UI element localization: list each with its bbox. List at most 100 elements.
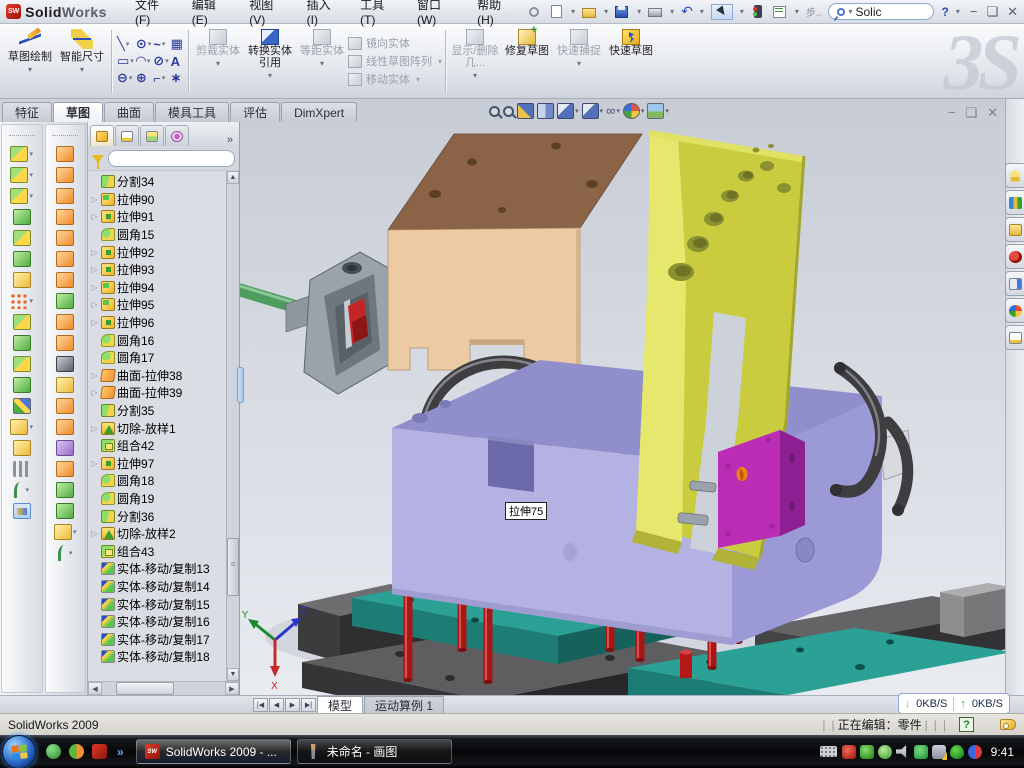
surfaces-tool-5[interactable] — [56, 230, 74, 246]
tree-item-切除-放样2[interactable]: ▷切除-放样2 — [90, 525, 239, 543]
print-dropdown-icon[interactable]: ▾ — [670, 7, 674, 16]
scroll-right-button[interactable]: ▶ — [225, 682, 239, 695]
ribbon-button-等距实体[interactable]: 等距实体▾ — [296, 26, 348, 96]
taskbar-clock[interactable]: 9:41 — [991, 745, 1014, 759]
features-tool-5[interactable] — [13, 230, 31, 246]
headsup-zoom-area-button[interactable] — [503, 106, 514, 117]
surfaces-tool-13[interactable] — [56, 398, 74, 414]
sketch-tool-line[interactable]: ╲▾ — [117, 36, 134, 52]
dropdown-arrow-icon[interactable]: ▾ — [129, 74, 133, 82]
dropdown-arrow-icon[interactable]: ▾ — [147, 57, 151, 65]
features-tool-9[interactable] — [13, 314, 31, 330]
task-button-未命名 - 画图[interactable]: 未命名 - 画图 — [297, 739, 452, 764]
sketch-tool-arc[interactable]: ◠▾ — [136, 53, 151, 69]
task-pane-resources-button[interactable] — [1005, 190, 1024, 215]
scroll-left-button[interactable]: ◀ — [88, 682, 102, 695]
options-dropdown-icon[interactable]: ▾ — [795, 7, 799, 16]
menu-item-插入(I)[interactable]: 插入(I) — [305, 0, 339, 29]
dropdown-arrow-icon[interactable]: ▾ — [575, 107, 579, 115]
tree-item-分割34[interactable]: 分割34 — [90, 173, 239, 191]
featuremanager-tab[interactable] — [90, 125, 114, 146]
tree-item-组合43[interactable]: 组合43 — [90, 542, 239, 560]
dropdown-arrow-icon[interactable]: ▾ — [126, 40, 130, 48]
dropdown-arrow-icon[interactable]: ▾ — [29, 192, 33, 200]
menu-item-窗口(W)[interactable]: 窗口(W) — [415, 0, 455, 29]
dropdown-arrow-icon[interactable]: ▾ — [577, 58, 581, 70]
ribbon-button-智能尺寸[interactable]: 智能尺寸▾ — [56, 26, 108, 96]
dropdown-arrow-icon[interactable]: ▾ — [665, 107, 669, 115]
open-button[interactable] — [582, 5, 597, 19]
dropdown-arrow-icon[interactable]: ▾ — [130, 57, 134, 65]
surfaces-tool-12[interactable] — [56, 377, 74, 393]
features-tool-12[interactable] — [13, 377, 31, 393]
surfaces-tool-14[interactable] — [56, 419, 74, 435]
task-pane-file-explorer-button[interactable] — [1005, 244, 1024, 269]
tree-filter-input[interactable] — [108, 150, 235, 167]
undo-button[interactable]: ↶ — [681, 3, 693, 20]
features-tool-8[interactable]: ▾ — [10, 293, 33, 309]
sketch-tool-circle[interactable]: ⊙▾ — [136, 36, 151, 52]
tree-item-实体-移动/复制14[interactable]: 实体-移动/复制14 — [90, 578, 239, 596]
dimxpertmanager-tab[interactable] — [165, 125, 189, 146]
features-tool-1[interactable]: ▾ — [10, 146, 33, 162]
tree-item-拉伸91[interactable]: ▷拉伸91 — [90, 208, 239, 226]
surfaces-tool-20[interactable]: ▾ — [58, 545, 73, 561]
features-tool-15[interactable] — [13, 440, 31, 456]
scroll-thumb[interactable] — [227, 538, 239, 596]
dropdown-arrow-icon[interactable]: ▾ — [216, 58, 220, 70]
new-dropdown-icon[interactable]: ▾ — [571, 7, 575, 16]
headsup-section-view-button[interactable] — [517, 103, 534, 119]
search-input-value[interactable]: Solic — [856, 5, 882, 19]
task-pane-appearances-button[interactable] — [1005, 298, 1024, 323]
features-tool-18[interactable] — [13, 503, 31, 519]
task-pane-design-library-button[interactable] — [1005, 217, 1024, 242]
undo-dropdown-icon[interactable]: ▾ — [700, 7, 704, 16]
close-button[interactable]: ✕ — [1007, 4, 1018, 20]
sketch-tool-rectangle[interactable]: ▭▾ — [117, 53, 134, 69]
dropdown-arrow-icon[interactable]: ▾ — [641, 107, 645, 115]
print-button[interactable] — [648, 5, 663, 19]
restore-button[interactable]: ❏ — [986, 4, 998, 20]
expand-arrow-icon[interactable]: ▷ — [90, 265, 99, 274]
dropdown-arrow-icon[interactable]: ▾ — [165, 57, 169, 65]
tree-item-圆角16[interactable]: 圆角16 — [90, 331, 239, 349]
expand-arrow-icon[interactable]: ▷ — [90, 529, 99, 538]
headsup-hide-show-items-button[interactable]: ∞▾ — [606, 104, 620, 118]
ribbon-button-转换实体引用[interactable]: 转换实体引用▾ — [244, 26, 296, 96]
tray-security-green-icon[interactable] — [860, 745, 874, 759]
tray-network-icon[interactable] — [932, 745, 946, 759]
model-top-plate-tan[interactable] — [388, 134, 642, 370]
model-canvas[interactable]: Y Z X — [240, 99, 1005, 695]
dropdown-arrow-icon[interactable]: ▾ — [320, 58, 324, 70]
dropdown-arrow-icon[interactable]: ▾ — [162, 74, 166, 82]
expand-arrow-icon[interactable]: ▷ — [90, 424, 99, 433]
panel-expand-chevron[interactable]: » — [223, 134, 237, 146]
tab-曲面[interactable]: 曲面 — [104, 102, 154, 122]
dropdown-arrow-icon[interactable]: ▾ — [29, 297, 33, 305]
tab-草图[interactable]: 草图 — [53, 102, 103, 122]
tray-volume-icon[interactable] — [896, 745, 910, 759]
dropdown-arrow-icon[interactable]: ▾ — [29, 171, 33, 179]
open-dropdown-icon[interactable]: ▾ — [604, 7, 608, 16]
tree-item-曲面-拉伸39[interactable]: ▷曲面-拉伸39 — [90, 384, 239, 402]
dropdown-arrow-icon[interactable]: ▾ — [28, 64, 32, 76]
dropdown-arrow-icon[interactable]: ▾ — [80, 64, 84, 76]
expand-arrow-icon[interactable]: ▷ — [90, 388, 99, 397]
sketch-tool-ellipse[interactable]: ⊘▾ — [153, 53, 168, 69]
tree-item-分割36[interactable]: 分割36 — [90, 507, 239, 525]
menu-item-视图(V)[interactable]: 视图(V) — [247, 0, 284, 29]
doc-tab-模型[interactable]: 模型 — [317, 696, 363, 713]
task-pane-home-button[interactable] — [1005, 163, 1024, 188]
tree-horizontal-scrollbar[interactable]: ◀ ▶ — [88, 681, 239, 695]
tree-item-拉伸95[interactable]: ▷拉伸95 — [90, 296, 239, 314]
surfaces-tool-17[interactable] — [56, 482, 74, 498]
dropdown-arrow-icon[interactable]: ▾ — [268, 70, 272, 82]
features-tool-11[interactable] — [13, 356, 31, 372]
headsup-zoom-fit-button[interactable] — [489, 106, 500, 117]
panel-splitter-handle[interactable] — [237, 367, 244, 403]
ribbon-button-镜向实体[interactable]: 镜向实体 — [348, 35, 442, 51]
expand-arrow-icon[interactable]: ▷ — [90, 212, 99, 221]
quick-launch-solidworks-icon[interactable] — [92, 744, 107, 759]
features-tool-2[interactable]: ▾ — [10, 167, 33, 183]
minimize-button[interactable]: − — [970, 4, 978, 20]
